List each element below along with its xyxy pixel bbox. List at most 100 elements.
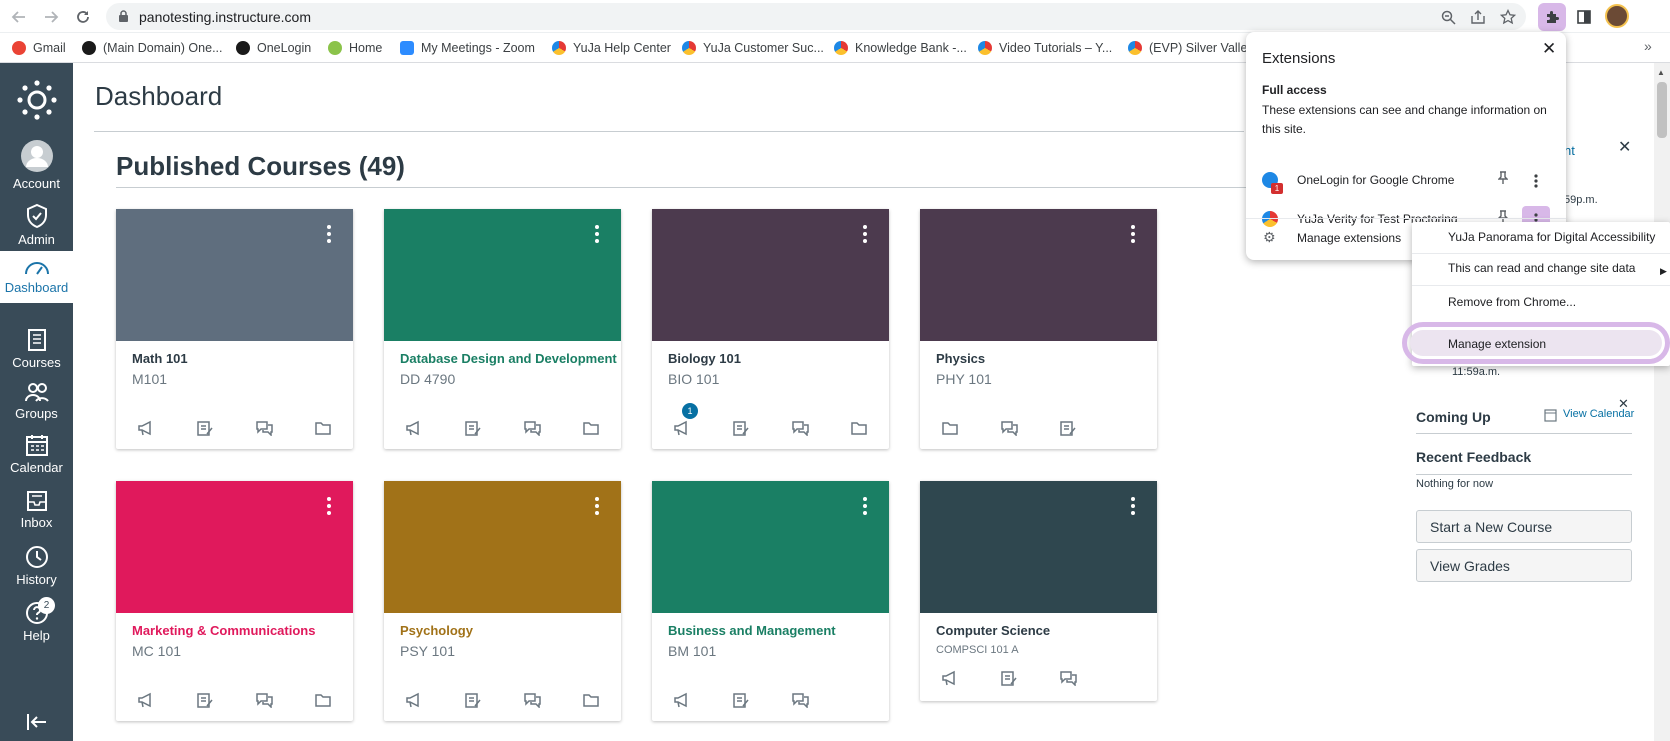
- course-card-hero[interactable]: [384, 481, 621, 613]
- discussion-icon[interactable]: [789, 417, 811, 439]
- files-icon[interactable]: [312, 417, 334, 439]
- pin-icon[interactable]: [1497, 171, 1509, 188]
- nav-dashboard[interactable]: Dashboard: [0, 251, 73, 303]
- course-name[interactable]: Math 101: [132, 351, 188, 366]
- bookmark-zoom[interactable]: My Meetings - Zoom: [400, 39, 535, 57]
- course-card[interactable]: Marketing & Communications MC 101: [116, 481, 353, 721]
- course-card[interactable]: Computer Science COMPSCI 101 A: [920, 481, 1157, 701]
- course-card-hero[interactable]: [652, 209, 889, 341]
- assignment-icon[interactable]: [194, 689, 216, 711]
- assignment-icon[interactable]: [998, 667, 1020, 689]
- bookmark-yuja-help[interactable]: YuJa Help Center: [552, 39, 671, 57]
- nav-calendar[interactable]: Calendar: [0, 433, 73, 475]
- bookmark-home[interactable]: Home: [328, 39, 382, 57]
- course-card-hero[interactable]: [652, 481, 889, 613]
- assignment-icon[interactable]: [730, 417, 752, 439]
- nav-inbox[interactable]: Inbox: [0, 490, 73, 530]
- course-name[interactable]: Business and Management: [668, 623, 836, 638]
- bookmark-star-icon[interactable]: [1498, 7, 1518, 27]
- files-icon[interactable]: [939, 417, 961, 439]
- bookmark-yuja-customer[interactable]: YuJa Customer Suc...: [682, 39, 824, 57]
- course-name[interactable]: Biology 101: [668, 351, 741, 366]
- bookmark-video-tutorials[interactable]: Video Tutorials – Y...: [978, 39, 1112, 57]
- nav-courses[interactable]: Courses: [0, 328, 73, 370]
- discussion-icon[interactable]: [253, 689, 275, 711]
- context-item-remove[interactable]: Remove from Chrome...: [1412, 287, 1670, 317]
- kebab-icon[interactable]: [327, 497, 333, 515]
- course-card[interactable]: Physics PHY 101: [920, 209, 1157, 449]
- context-item-site-access[interactable]: This can read and change site data: [1412, 253, 1670, 283]
- course-card-hero[interactable]: [384, 209, 621, 341]
- assignment-icon[interactable]: [1057, 417, 1079, 439]
- kebab-icon[interactable]: [595, 497, 601, 515]
- course-name[interactable]: Marketing & Communications: [132, 623, 315, 638]
- files-icon[interactable]: [580, 417, 602, 439]
- kebab-icon[interactable]: [1131, 497, 1137, 515]
- announcement-icon[interactable]: 1: [671, 403, 698, 439]
- files-icon[interactable]: [580, 689, 602, 711]
- start-new-course-button[interactable]: Start a New Course: [1416, 510, 1632, 543]
- bookmark-silver-valley[interactable]: (EVP) Silver Valley: [1128, 39, 1254, 57]
- files-icon[interactable]: [848, 417, 870, 439]
- back-button[interactable]: [6, 4, 32, 30]
- announcement-icon[interactable]: [403, 689, 425, 711]
- discussion-icon[interactable]: [998, 417, 1020, 439]
- bookmark-onelogin-main[interactable]: (Main Domain) One...: [82, 39, 222, 57]
- more-bookmarks-button[interactable]: »: [1644, 38, 1652, 54]
- assignment-icon[interactable]: [194, 417, 216, 439]
- course-card[interactable]: Psychology PSY 101: [384, 481, 621, 721]
- nav-account[interactable]: Account: [0, 139, 73, 191]
- assignment-icon[interactable]: [462, 417, 484, 439]
- discussion-icon[interactable]: [521, 689, 543, 711]
- course-name[interactable]: Database Design and Development: [400, 351, 617, 366]
- announcement-icon[interactable]: [403, 417, 425, 439]
- announcement-icon[interactable]: [135, 417, 157, 439]
- collapse-nav-button[interactable]: [0, 713, 73, 731]
- reload-button[interactable]: [70, 4, 96, 30]
- discussion-icon[interactable]: [789, 689, 811, 711]
- assignment-icon[interactable]: [730, 689, 752, 711]
- course-card[interactable]: Math 101 M101: [116, 209, 353, 449]
- discussion-icon[interactable]: [521, 417, 543, 439]
- forward-button[interactable]: [38, 4, 64, 30]
- bookmark-onelogin[interactable]: OneLogin: [236, 39, 311, 57]
- course-card-hero[interactable]: [116, 209, 353, 341]
- nav-groups[interactable]: Groups: [0, 381, 73, 421]
- course-card[interactable]: Database Design and Development DD 4790: [384, 209, 621, 449]
- kebab-icon[interactable]: [327, 225, 333, 243]
- page-scrollbar[interactable]: [1654, 63, 1670, 741]
- course-card[interactable]: Biology 101 BIO 101 1: [652, 209, 889, 449]
- announcement-icon[interactable]: [939, 667, 961, 689]
- view-grades-button[interactable]: View Grades: [1416, 549, 1632, 582]
- nav-history[interactable]: History: [0, 545, 73, 587]
- files-icon[interactable]: [312, 689, 334, 711]
- bookmark-knowledge-bank[interactable]: Knowledge Bank -...: [834, 39, 967, 57]
- course-name[interactable]: Computer Science: [936, 623, 1050, 638]
- course-card-hero[interactable]: [920, 481, 1157, 613]
- bookmark-gmail[interactable]: Gmail: [12, 39, 66, 57]
- profile-avatar[interactable]: [1605, 4, 1629, 28]
- extension-row-onelogin[interactable]: 1 OneLogin for Google Chrome: [1246, 161, 1566, 199]
- share-icon[interactable]: [1468, 7, 1488, 27]
- course-name[interactable]: Physics: [936, 351, 985, 366]
- discussion-icon[interactable]: [253, 417, 275, 439]
- kebab-icon[interactable]: [595, 225, 601, 243]
- context-item-manage-extension[interactable]: Manage extension: [1412, 329, 1657, 359]
- canvas-logo[interactable]: [0, 79, 73, 121]
- close-icon[interactable]: ✕: [1542, 39, 1556, 59]
- more-options-button[interactable]: [1522, 167, 1550, 195]
- nav-help[interactable]: 2 Help: [0, 597, 73, 643]
- side-panel-button[interactable]: [1570, 3, 1598, 31]
- kebab-icon[interactable]: [863, 497, 869, 515]
- course-card-hero[interactable]: [116, 481, 353, 613]
- assignment-icon[interactable]: [462, 689, 484, 711]
- context-item-extension-name[interactable]: YuJa Panorama for Digital Accessibility: [1412, 222, 1670, 252]
- address-bar[interactable]: panotesting.instructure.com: [106, 3, 1526, 30]
- course-card-hero[interactable]: [920, 209, 1157, 341]
- announcement-icon[interactable]: [135, 689, 157, 711]
- scroll-up-icon[interactable]: ▲: [1657, 68, 1665, 77]
- discussion-icon[interactable]: [1057, 667, 1079, 689]
- kebab-icon[interactable]: [1131, 225, 1137, 243]
- scrollbar-thumb[interactable]: [1657, 82, 1667, 138]
- course-name[interactable]: Psychology: [400, 623, 473, 638]
